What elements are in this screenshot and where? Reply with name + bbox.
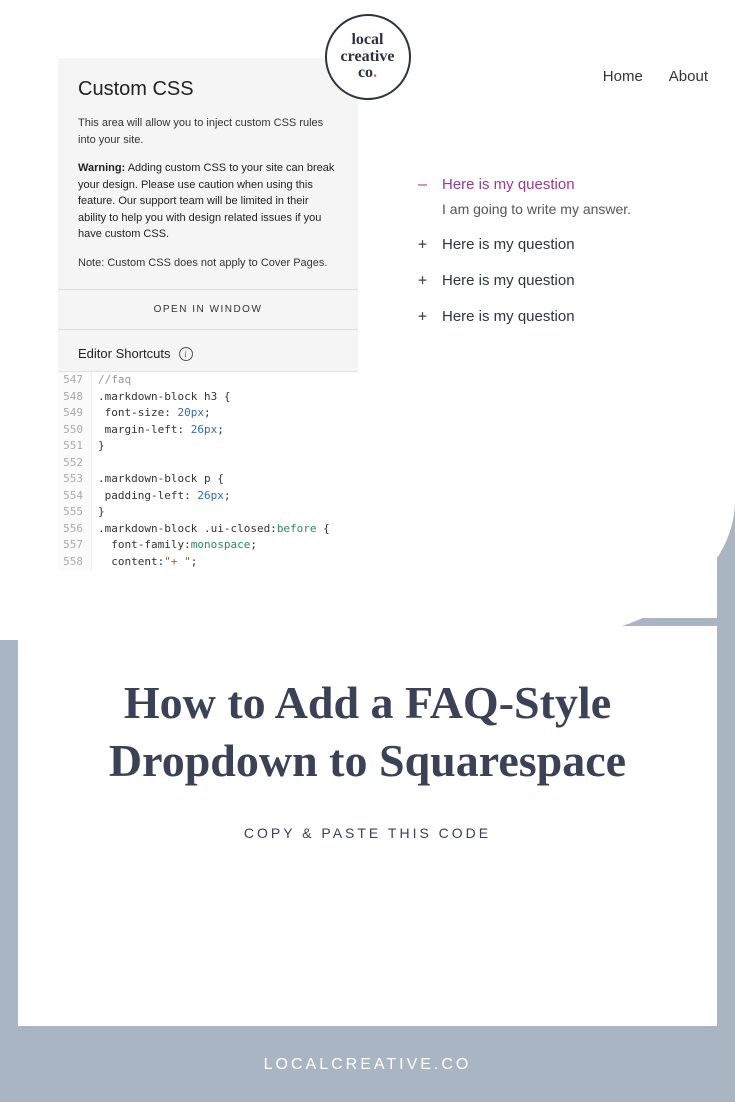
code-content: //faq [92, 372, 131, 389]
code-content: font-size: 20px; [92, 405, 211, 422]
logo-text: local creative co. [341, 32, 395, 82]
code-content: .markdown-block h3 { [92, 389, 230, 406]
line-number: 553 [58, 471, 92, 488]
warning-label: Warning: [78, 162, 125, 174]
brand-logo: local creative co. [325, 14, 411, 100]
code-line: 548.markdown-block h3 { [58, 389, 358, 406]
subtitle: COPY & PASTE THIS CODE [18, 825, 717, 841]
logo-dot: . [373, 64, 377, 81]
line-number: 550 [58, 422, 92, 439]
css-warning: Warning: Adding custom CSS to your site … [78, 160, 338, 243]
faq-question: Here is my question [442, 308, 575, 325]
plus-icon: + [418, 307, 430, 325]
footer-url: LOCALCREATIVE.CO [0, 1056, 735, 1074]
minus-icon: – [418, 175, 430, 193]
css-header: Custom CSS This area will allow you to i… [58, 58, 358, 289]
nav-home[interactable]: Home [603, 68, 643, 85]
code-line: 555} [58, 504, 358, 521]
faq-question: Here is my question [442, 236, 575, 253]
code-line: 557 font-family:monospace; [58, 537, 358, 554]
code-line: 554 padding-left: 26px; [58, 488, 358, 505]
faq-question: Here is my question [442, 176, 575, 193]
logo-line3: co [358, 64, 373, 81]
code-content: .markdown-block .ui-closed:before { [92, 521, 330, 538]
css-description: This area will allow you to inject custo… [78, 115, 338, 148]
plus-icon: + [418, 271, 430, 289]
line-number: 547 [58, 372, 92, 389]
code-content: .markdown-block p { [92, 471, 224, 488]
main-title: How to Add a FAQ-Style Dropdown to Squar… [18, 674, 717, 789]
code-line: 552 [58, 455, 358, 472]
css-note: Note: Custom CSS does not apply to Cover… [78, 255, 338, 272]
code-line: 550 margin-left: 26px; [58, 422, 358, 439]
line-number: 554 [58, 488, 92, 505]
plus-icon: + [418, 235, 430, 253]
line-number: 556 [58, 521, 92, 538]
title-block: How to Add a FAQ-Style Dropdown to Squar… [18, 626, 717, 1026]
css-title: Custom CSS [78, 78, 338, 101]
faq-item[interactable]: + Here is my question [418, 271, 708, 289]
nav-about[interactable]: About [669, 68, 708, 85]
faq-item[interactable]: –Here is my question [418, 175, 708, 193]
open-in-window-button[interactable]: OPEN IN WINDOW [58, 289, 358, 330]
custom-css-panel: Custom CSS This area will allow you to i… [58, 58, 358, 570]
line-number: 551 [58, 438, 92, 455]
code-content [92, 455, 98, 472]
code-content: font-family:monospace; [92, 537, 257, 554]
code-line: 549 font-size: 20px; [58, 405, 358, 422]
line-number: 558 [58, 554, 92, 571]
code-line: 547//faq [58, 372, 358, 389]
faq-question: Here is my question [442, 272, 575, 289]
faq-item[interactable]: + Here is my question [418, 235, 708, 253]
code-content: padding-left: 26px; [92, 488, 230, 505]
line-number: 548 [58, 389, 92, 406]
faq-item[interactable]: + Here is my question [418, 307, 708, 325]
preview-nav: Home About [398, 68, 708, 85]
code-line: 553.markdown-block p { [58, 471, 358, 488]
screenshot-card: Custom CSS This area will allow you to i… [18, 18, 717, 618]
faq-list: –Here is my questionI am going to write … [398, 175, 708, 325]
site-preview: Home About –Here is my questionI am goin… [398, 68, 708, 325]
line-number: 557 [58, 537, 92, 554]
editor-shortcuts-row: Editor Shortcuts i [58, 330, 358, 372]
faq-answer: I am going to write my answer. [442, 201, 708, 217]
code-content: } [92, 438, 105, 455]
code-line: 558 content:"+ "; [58, 554, 358, 571]
line-number: 552 [58, 455, 92, 472]
line-number: 549 [58, 405, 92, 422]
info-icon[interactable]: i [179, 347, 193, 361]
code-content: margin-left: 26px; [92, 422, 224, 439]
code-line: 551} [58, 438, 358, 455]
code-content: } [92, 504, 105, 521]
line-number: 555 [58, 504, 92, 521]
code-content: content:"+ "; [92, 554, 197, 571]
logo-line2: creative [341, 48, 395, 65]
code-line: 556.markdown-block .ui-closed:before { [58, 521, 358, 538]
code-editor[interactable]: 547//faq548.markdown-block h3 {549 font-… [58, 372, 358, 570]
shortcuts-label: Editor Shortcuts [78, 346, 171, 361]
logo-line1: local [351, 31, 383, 48]
